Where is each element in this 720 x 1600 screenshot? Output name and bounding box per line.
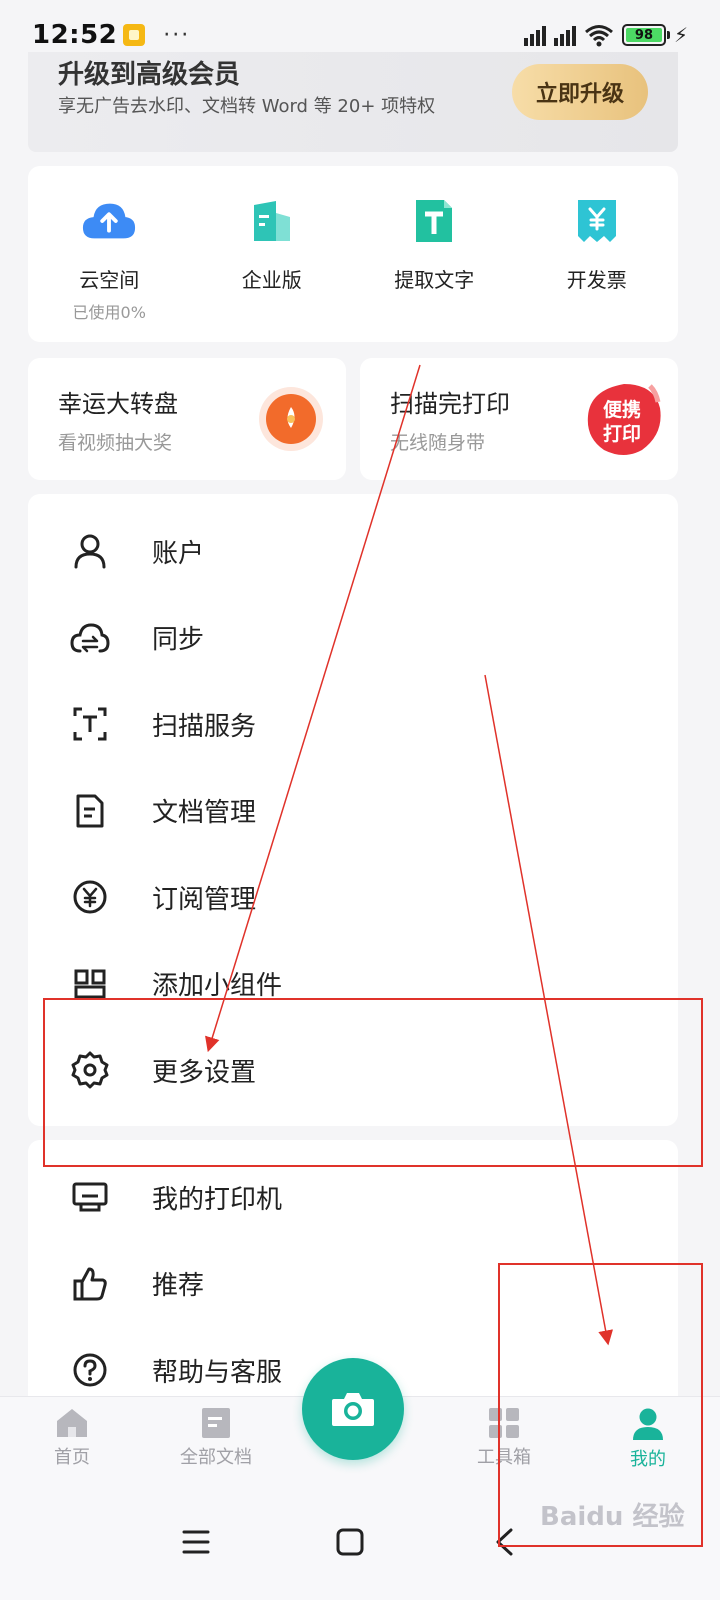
gear-icon	[70, 1050, 110, 1090]
menu-item-account[interactable]: 账户	[28, 508, 678, 595]
yen-circle-icon	[70, 877, 110, 917]
wifi-icon	[584, 25, 613, 47]
promo-title: 幸运大转盘	[58, 390, 178, 418]
quick-enterprise[interactable]: 企业版	[191, 166, 354, 342]
nav-label: 全部文档	[180, 1447, 252, 1468]
menu-label: 同步	[152, 625, 205, 656]
cloud-sync-icon	[70, 618, 110, 658]
svg-text:打印: 打印	[603, 422, 641, 445]
promo-scan-print[interactable]: 扫描完打印 无线随身带 便携 打印	[360, 358, 678, 480]
menu-label: 推荐	[152, 1271, 205, 1302]
home-square-icon[interactable]	[330, 1522, 370, 1562]
promo-lucky-wheel[interactable]: 幸运大转盘 看视频抽大奖	[28, 358, 346, 480]
signal-2-icon	[553, 24, 576, 46]
lucky-wheel-icon	[258, 386, 324, 456]
charging-icon: ⚡	[673, 23, 688, 47]
menu-item-more-settings[interactable]: 更多设置	[28, 1027, 678, 1114]
menu-label: 帮助与客服	[152, 1357, 283, 1388]
status-indicators: 98 ⚡	[523, 23, 688, 47]
menu-item-sync[interactable]: 同步	[28, 595, 678, 682]
quick-label: 企业版	[241, 268, 302, 292]
invoice-icon	[569, 196, 625, 246]
help-icon	[70, 1350, 110, 1390]
upgrade-button[interactable]: 立即升级	[512, 64, 648, 120]
all-docs-icon	[202, 1408, 230, 1438]
menu-label: 扫描服务	[152, 711, 257, 742]
cloud-upload-icon	[81, 196, 137, 246]
quick-invoice[interactable]: 开发票	[516, 166, 679, 342]
nav-label: 工具箱	[477, 1447, 531, 1468]
menu-item-scan-service[interactable]: 扫描服务	[28, 681, 678, 768]
promo-sub: 看视频抽大奖	[58, 432, 173, 454]
tab-mine[interactable]: 我的	[576, 1397, 720, 1492]
menu-label: 文档管理	[152, 798, 257, 829]
nav-label: 首页	[54, 1447, 90, 1468]
printer-icon	[70, 1177, 110, 1217]
user-icon	[70, 531, 110, 571]
quick-label: 开发票	[566, 268, 627, 292]
tab-home[interactable]: 首页	[0, 1397, 144, 1492]
menu-item-document-management[interactable]: 文档管理	[28, 768, 678, 855]
settings-menu: 账户 同步 扫描服务 文档管理 订阅管理 添加小组件 更多设置	[28, 494, 678, 1126]
scan-text-icon	[70, 704, 110, 744]
vip-subtitle: 享无广告去水印、文档转 Word 等 20+ 项特权	[58, 96, 436, 117]
more-notifications-icon: ···	[163, 22, 191, 48]
battery-level: 98	[625, 28, 662, 43]
menu-item-my-printer[interactable]: 我的打印机	[28, 1154, 678, 1241]
home-icon	[57, 1409, 87, 1437]
tab-all-documents[interactable]: 全部文档	[144, 1397, 288, 1492]
menu-item-recommend[interactable]: 推荐	[28, 1241, 678, 1328]
battery-icon: 98	[621, 24, 670, 46]
vip-banner[interactable]: 升级到高级会员 享无广告去水印、文档转 Word 等 20+ 项特权 立即升级	[28, 52, 678, 152]
nav-label: 我的	[630, 1449, 666, 1470]
quick-label: 云空间	[79, 268, 140, 292]
system-nav-bar: Baidu 经验	[0, 1492, 720, 1600]
notification-app-icon	[123, 24, 146, 46]
menu-label: 账户	[152, 538, 205, 569]
camera-button[interactable]	[302, 1358, 404, 1460]
profile-icon	[633, 1408, 663, 1440]
camera-icon	[332, 1393, 374, 1426]
signal-1-icon	[523, 24, 546, 46]
quick-label: 提取文字	[394, 268, 475, 292]
promo-sub: 无线随身带	[390, 432, 486, 454]
document-icon	[70, 791, 110, 831]
menu-item-subscription[interactable]: 订阅管理	[28, 854, 678, 941]
portable-print-icon: 便携 打印	[584, 380, 664, 462]
menu-item-add-widget[interactable]: 添加小组件	[28, 941, 678, 1028]
widget-icon	[70, 964, 110, 1004]
quick-sub: 已使用0%	[72, 303, 146, 322]
status-time: 12:52	[32, 20, 118, 50]
tab-toolbox[interactable]: 工具箱	[432, 1397, 576, 1492]
vip-title: 升级到高级会员	[58, 60, 241, 90]
menu-label: 我的打印机	[152, 1184, 283, 1215]
back-icon[interactable]	[484, 1522, 524, 1562]
quick-cloud-space[interactable]: 云空间 已使用0%	[28, 166, 191, 342]
menu-label: 订阅管理	[152, 884, 257, 915]
watermark: Baidu 经验	[540, 1502, 685, 1532]
menu-label: 添加小组件	[152, 971, 283, 1002]
menu-label: 更多设置	[152, 1057, 257, 1088]
thumbs-up-icon	[70, 1264, 110, 1304]
promo-title: 扫描完打印	[390, 390, 510, 418]
menu-icon[interactable]	[176, 1522, 216, 1562]
quick-actions: 云空间 已使用0% 企业版 提取文字 开发票	[28, 166, 678, 342]
toolbox-icon	[489, 1408, 519, 1438]
enterprise-icon	[244, 196, 300, 246]
text-extract-icon	[406, 196, 462, 246]
svg-text:便携: 便携	[603, 398, 641, 421]
quick-extract-text[interactable]: 提取文字	[353, 166, 516, 342]
